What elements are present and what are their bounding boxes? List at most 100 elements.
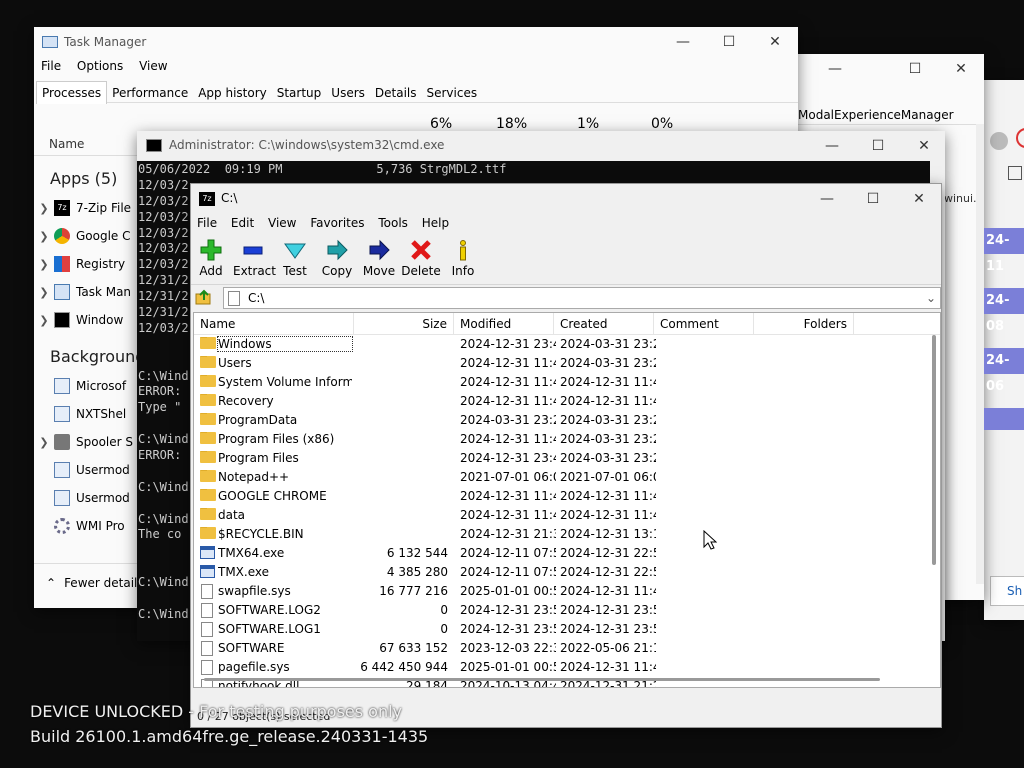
file-row[interactable]: data 2024-12-31 11:42 2024-12-31 11:42 — [194, 506, 934, 525]
tab-services[interactable]: Services — [422, 82, 483, 104]
column-created[interactable]: Created — [554, 313, 654, 335]
close-button[interactable]: ✕ — [896, 184, 941, 214]
menu-file[interactable]: File — [41, 59, 61, 73]
file-modified: 2024-12-31 21:30 — [460, 527, 556, 541]
move-button[interactable]: Move — [359, 238, 399, 278]
file-row[interactable]: TMX64.exe 6 132 544 2024-12-11 07:54 2024-1… — [194, 544, 934, 563]
menu-tools[interactable]: Tools — [378, 216, 408, 230]
process-row[interactable]: ❯ Spooler S — [34, 428, 134, 456]
process-row[interactable]: Usermod — [34, 456, 134, 484]
process-row[interactable]: ❯ Registry — [34, 250, 134, 278]
minimize-button[interactable]: — — [812, 54, 858, 84]
file-row[interactable]: SOFTWARE.LOG2 0 2024-12-31 23:53 2024-12-31… — [194, 601, 934, 620]
file-row[interactable]: SOFTWARE 67 633 152 2023-12-03 22:36 2022-0… — [194, 639, 934, 658]
column-modified[interactable]: Modified — [454, 313, 554, 335]
file-row[interactable]: ProgramData 2024-03-31 23:25 2024-03-31 23… — [194, 411, 934, 430]
show-button[interactable]: Sh — [990, 576, 1024, 606]
tab-startup[interactable]: Startup — [272, 82, 327, 104]
column-size[interactable]: Size — [354, 313, 454, 335]
chevron-right-icon[interactable]: ❯ — [34, 314, 54, 327]
add-button[interactable]: Add — [191, 238, 231, 278]
file-row[interactable]: Notepad++ 2021-07-01 06:03 2021-07-01 06:0… — [194, 468, 934, 487]
file-row[interactable]: $RECYCLE.BIN 2024-12-31 21:30 2024-12-31 1… — [194, 525, 934, 544]
tab-users[interactable]: Users — [326, 82, 370, 104]
up-folder-icon — [195, 289, 211, 305]
close-button[interactable]: ✕ — [752, 27, 798, 57]
file-row[interactable]: Program Files 2024-12-31 23:46 2024-03-31 … — [194, 449, 934, 468]
file-row[interactable]: Windows 2024-12-31 23:48 2024-03-31 23:21 — [194, 335, 934, 354]
chevron-right-icon[interactable]: ❯ — [34, 230, 54, 243]
menu-favorites[interactable]: Favorites — [310, 216, 364, 230]
file-row[interactable]: Users 2024-12-31 11:43 2024-03-31 23:21 — [194, 354, 934, 373]
file-row[interactable]: GOOGLE CHROME 2024-12-31 11:46 2024-12-31 … — [194, 487, 934, 506]
file-row[interactable]: Program Files (x86) 2024-12-31 11:47 2024-… — [194, 430, 934, 449]
file-created: 2024-12-31 22:57 — [560, 546, 656, 560]
process-name: NXTShel — [76, 407, 127, 421]
close-button[interactable]: ✕ — [901, 131, 945, 161]
file-icon — [201, 660, 213, 675]
chevron-right-icon[interactable]: ❯ — [34, 258, 54, 271]
tab-performance[interactable]: Performance — [107, 82, 193, 104]
file-name: Users — [218, 356, 252, 370]
file-row[interactable]: System Volume Informa... 2024-12-31 11:41… — [194, 373, 934, 392]
file-row[interactable]: Recovery 2024-12-31 11:41 2024-12-31 11:41 — [194, 392, 934, 411]
file-created: 2024-03-31 23:23 — [560, 432, 656, 446]
minimize-button[interactable]: — — [809, 131, 855, 161]
tab-details[interactable]: Details — [370, 82, 422, 104]
panel-icon[interactable] — [1008, 166, 1022, 180]
file-modified: 2024-12-11 07:54 — [460, 546, 556, 560]
process-row[interactable]: NXTShel — [34, 400, 134, 428]
maximize-button[interactable]: ☐ — [892, 54, 938, 84]
chevron-right-icon[interactable]: ❯ — [34, 436, 54, 449]
vertical-scrollbar[interactable] — [932, 335, 936, 565]
column-name[interactable]: Name — [194, 313, 354, 335]
address-bar[interactable]: C:\ ⌄ — [223, 287, 941, 309]
file-modified: 2024-12-31 11:41 — [460, 394, 556, 408]
avatar-icon[interactable] — [990, 132, 1008, 150]
process-row[interactable]: Microsof — [34, 372, 134, 400]
menu-edit[interactable]: Edit — [231, 216, 254, 230]
menu-help[interactable]: Help — [422, 216, 449, 230]
fewer-details-button[interactable]: ⌃ Fewer details — [46, 576, 144, 590]
extract-button[interactable]: Extract — [233, 238, 276, 278]
file-row[interactable]: TMX.exe 4 385 280 2024-12-11 07:55 2024-12-… — [194, 563, 934, 582]
menu-view[interactable]: View — [139, 59, 167, 73]
process-row[interactable]: ❯ 7z 7-Zip File — [34, 194, 134, 222]
menu-file[interactable]: File — [197, 216, 217, 230]
file-row[interactable]: pagefile.sys 6 442 450 944 2025-01-01 00:5… — [194, 658, 934, 677]
minimize-button[interactable]: — — [660, 27, 706, 57]
maximize-button[interactable]: ☐ — [850, 184, 896, 214]
cmd-icon — [54, 312, 70, 328]
record-icon[interactable] — [1016, 128, 1024, 148]
process-row[interactable]: ❯ Window — [34, 306, 134, 334]
close-button[interactable]: ✕ — [938, 54, 984, 84]
tab-processes[interactable]: Processes — [36, 81, 108, 104]
name-column-header[interactable]: Name — [49, 137, 84, 151]
process-row[interactable]: Usermod — [34, 484, 134, 512]
column-folders[interactable]: Folders — [754, 313, 854, 335]
folder-icon — [200, 394, 216, 406]
process-row[interactable]: WMI Pro — [34, 512, 134, 540]
chevron-down-icon[interactable]: ⌄ — [926, 288, 936, 308]
up-folder-button[interactable] — [195, 288, 215, 308]
file-name: TMX.exe — [218, 565, 270, 579]
test-button[interactable]: Test — [275, 238, 315, 278]
process-row[interactable]: ❯ Google C — [34, 222, 134, 250]
file-created: 2022-05-06 21:17 — [560, 641, 656, 655]
chevron-right-icon[interactable]: ❯ — [34, 202, 54, 215]
maximize-button[interactable]: ☐ — [855, 131, 901, 161]
file-row[interactable]: swapfile.sys 16 777 216 2025-01-01 00:54 20… — [194, 582, 934, 601]
copy-button[interactable]: Copy — [317, 238, 357, 278]
menu-view[interactable]: View — [268, 216, 296, 230]
chevron-right-icon[interactable]: ❯ — [34, 286, 54, 299]
file-row[interactable]: SOFTWARE.LOG1 0 2024-12-31 23:53 2024-12-31… — [194, 620, 934, 639]
tab-app-history[interactable]: App history — [193, 82, 272, 104]
info-button[interactable]: Info — [443, 238, 483, 278]
process-row[interactable]: ❯ Task Man — [34, 278, 134, 306]
delete-button[interactable]: Delete — [401, 238, 441, 278]
maximize-button[interactable]: ☐ — [706, 27, 752, 57]
menu-options[interactable]: Options — [77, 59, 123, 73]
horizontal-scrollbar[interactable] — [204, 678, 880, 681]
column-comment[interactable]: Comment — [654, 313, 754, 335]
minimize-button[interactable]: — — [804, 184, 850, 214]
